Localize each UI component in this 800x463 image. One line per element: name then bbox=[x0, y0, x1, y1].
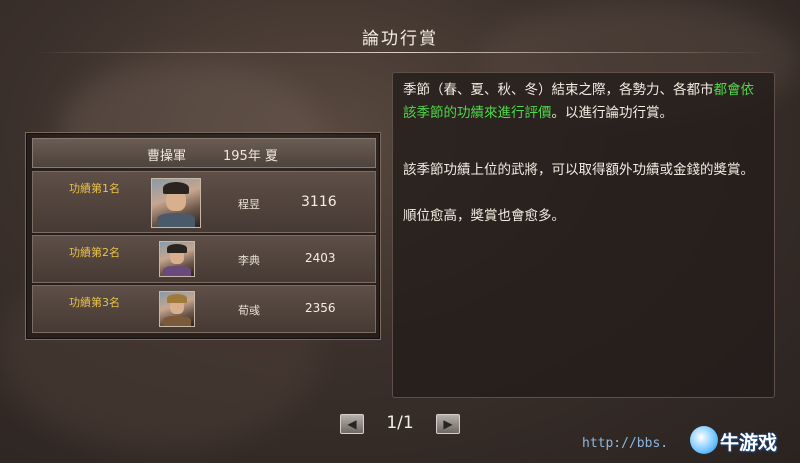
watermark-logo: 牛游戏 bbox=[690, 424, 790, 458]
rank-label: 功績第2名 bbox=[69, 246, 120, 259]
title-divider bbox=[30, 52, 770, 53]
rank-label: 功績第1名 bbox=[69, 182, 120, 195]
ranking-header: 曹操軍 195年 夏 bbox=[32, 138, 376, 168]
ranking-row-2[interactable]: 功績第2名 李典 2403 bbox=[32, 235, 376, 283]
ranking-row-1[interactable]: 功績第1名 程昱 3116 bbox=[32, 171, 376, 233]
general-portrait bbox=[159, 241, 195, 277]
description-paragraph-3: 順位愈高，獎賞也會愈多。 bbox=[403, 208, 565, 224]
general-portrait bbox=[151, 178, 201, 228]
season-date: 195年 夏 bbox=[223, 149, 278, 164]
ranking-row-3[interactable]: 功績第3名 荀彧 2356 bbox=[32, 285, 376, 333]
logo-text: 牛游戏 bbox=[720, 432, 778, 454]
window-title: 論功行賞 bbox=[362, 29, 438, 49]
general-portrait bbox=[159, 291, 195, 327]
faction-name: 曹操軍 bbox=[147, 149, 187, 164]
general-score: 3116 bbox=[301, 194, 337, 210]
general-name: 荀彧 bbox=[238, 304, 260, 317]
general-score: 2403 bbox=[305, 251, 336, 265]
pager: ◀ 1/1 ▶ bbox=[336, 408, 464, 438]
ranking-panel: 曹操軍 195年 夏 功績第1名 程昱 3116 功績第2名 李典 2403 功… bbox=[25, 132, 381, 340]
description-panel: 季節（春、夏、秋、冬）結束之際，各勢力、各都市都會依該季節的功績來進行評價。以進… bbox=[392, 72, 775, 398]
logo-icon bbox=[690, 426, 718, 454]
rank-label: 功績第3名 bbox=[69, 296, 120, 309]
general-name: 李典 bbox=[238, 254, 260, 267]
window-title-bar: 論功行賞 bbox=[0, 16, 800, 56]
description-paragraph-2: 該季節功績上位的武將，可以取得額外功績或金錢的獎賞。 bbox=[403, 162, 754, 178]
chevron-right-icon: ▶ bbox=[443, 417, 453, 431]
page-indicator: 1/1 bbox=[386, 413, 414, 433]
general-score: 2356 bbox=[305, 301, 336, 315]
chevron-left-icon: ◀ bbox=[347, 417, 357, 431]
general-name: 程昱 bbox=[238, 198, 260, 211]
prev-page-button[interactable]: ◀ bbox=[340, 414, 364, 434]
next-page-button[interactable]: ▶ bbox=[436, 414, 460, 434]
description-paragraph-1: 季節（春、夏、秋、冬）結束之際，各勢力、各都市都會依該季節的功績來進行評價。以進… bbox=[403, 82, 754, 121]
watermark-url: http://bbs. bbox=[582, 436, 669, 451]
